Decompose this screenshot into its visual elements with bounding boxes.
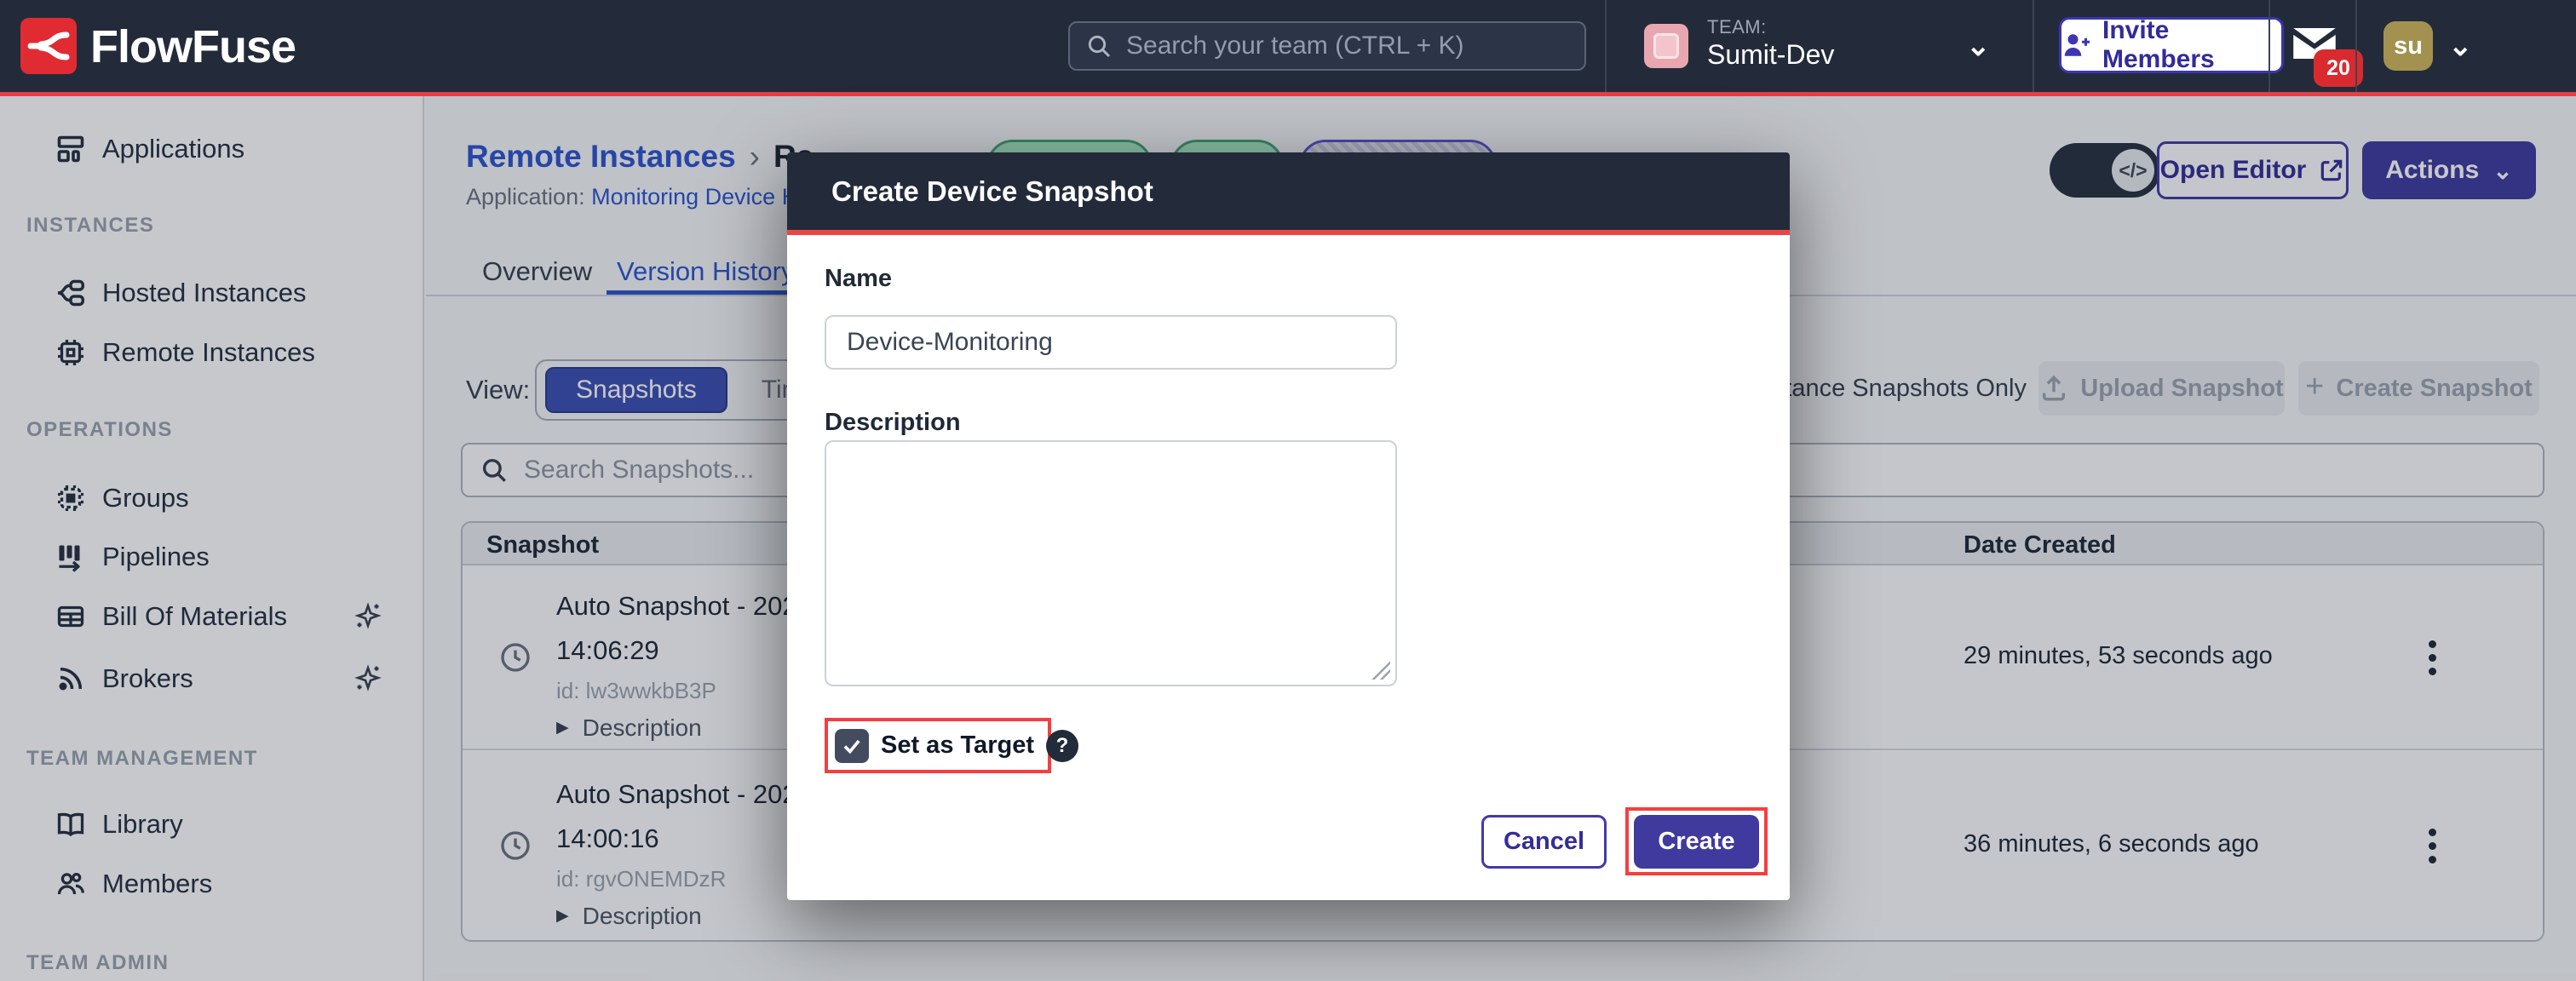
team-name[interactable]: Sumit-Dev: [1707, 39, 1834, 71]
top-navbar: FlowFuse TEAM: Sumit-Dev ⌄ Invite Member…: [0, 0, 2576, 92]
navbar-accent-line: [0, 92, 2576, 96]
nav-divider: [1605, 0, 1607, 92]
invite-members-button[interactable]: Invite Members: [2059, 17, 2284, 73]
set-as-target-checkbox[interactable]: [835, 729, 869, 763]
modal-title: Create Device Snapshot: [831, 175, 1153, 208]
description-label: Description: [825, 409, 961, 437]
flowfuse-logo-icon[interactable]: [20, 18, 77, 74]
user-plus-icon: [2061, 30, 2092, 60]
modal-accent-bar: [787, 230, 1790, 235]
team-search[interactable]: [1068, 21, 1586, 71]
name-label: Name: [825, 265, 892, 293]
team-avatar[interactable]: [1644, 24, 1688, 68]
create-button-highlight: Create: [1625, 807, 1768, 875]
team-label: TEAM:: [1707, 16, 1767, 38]
notifications-button[interactable]: 20: [2291, 26, 2360, 85]
resize-handle[interactable]: [1370, 659, 1390, 680]
nav-divider: [2033, 0, 2034, 92]
search-icon: [1085, 32, 1113, 60]
modal-header: Create Device Snapshot: [787, 152, 1790, 230]
team-chevron-down-icon[interactable]: ⌄: [1966, 29, 1991, 63]
set-as-target-highlight: Set as Target ?: [825, 718, 1051, 773]
cancel-button[interactable]: Cancel: [1481, 815, 1607, 869]
set-as-target-label: Set as Target: [881, 731, 1034, 760]
app-screen: FlowFuse TEAM: Sumit-Dev ⌄ Invite Member…: [0, 0, 2576, 981]
user-avatar[interactable]: su: [2383, 21, 2433, 71]
brand-title: FlowFuse: [90, 20, 296, 73]
nav-divider: [2268, 0, 2270, 92]
nav-divider: [2355, 0, 2357, 92]
create-device-snapshot-modal: Create Device Snapshot Name Description …: [787, 152, 1790, 900]
description-field[interactable]: [825, 440, 1397, 686]
team-search-input[interactable]: [1124, 31, 1569, 61]
name-field[interactable]: [825, 315, 1397, 370]
invite-members-label: Invite Members: [2102, 16, 2281, 74]
help-icon[interactable]: ?: [1046, 730, 1078, 762]
create-button[interactable]: Create: [1634, 815, 1759, 869]
user-menu-chevron-down-icon[interactable]: ⌄: [2448, 29, 2473, 63]
